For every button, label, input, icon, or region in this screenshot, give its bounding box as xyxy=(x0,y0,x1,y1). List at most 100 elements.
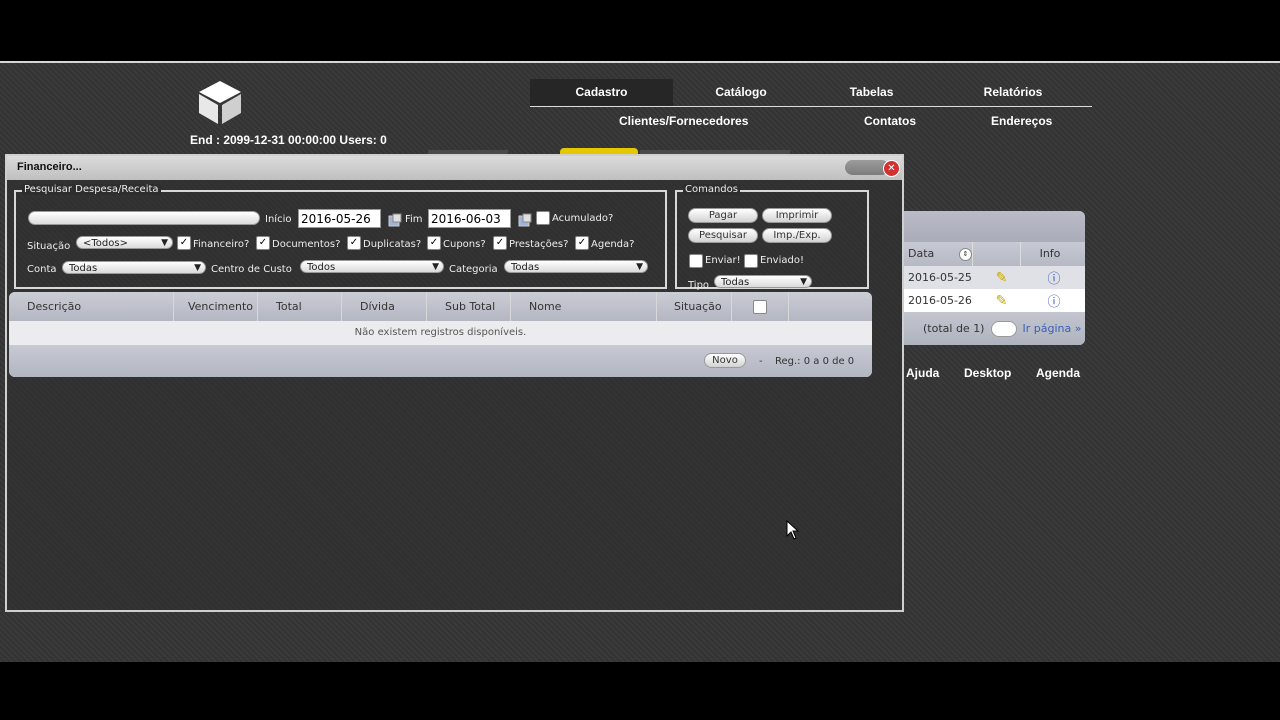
mouse-cursor-icon xyxy=(786,520,800,540)
agenda-label: Agenda? xyxy=(591,239,635,250)
bottom-bar xyxy=(0,662,1280,720)
column-situacao[interactable]: Situação xyxy=(657,292,732,321)
page-input[interactable] xyxy=(991,320,1018,337)
background-list-panel: Data ⇕ Info 2016-05-25 ✎ ⓘ 2016-05-26 ✎ … xyxy=(903,211,1085,345)
prestacoes-checkbox[interactable]: ✓ xyxy=(493,236,507,250)
chevron-down-icon: ▼ xyxy=(432,262,439,272)
enviado-checkbox[interactable] xyxy=(744,254,758,268)
total-count: (total de 1) xyxy=(923,322,985,335)
enviar-label: Enviar! xyxy=(705,255,741,266)
tab-catalogo[interactable]: Catálogo xyxy=(673,79,809,106)
conta-label: Conta xyxy=(27,264,57,275)
centro-custo-value: Todos xyxy=(307,262,336,273)
top-bar xyxy=(0,0,1280,63)
footer-separator: - xyxy=(759,356,763,367)
dialog-title: Financeiro... xyxy=(17,161,82,173)
inicio-label: Início xyxy=(265,214,292,225)
select-all-checkbox[interactable] xyxy=(753,300,767,314)
chevron-down-icon: ▼ xyxy=(800,277,807,287)
documentos-checkbox[interactable]: ✓ xyxy=(256,236,270,250)
goto-page-link[interactable]: Ir página » xyxy=(1022,322,1081,335)
commands-fieldset: Comandos Pagar Imprimir Pesquisar Imp./E… xyxy=(675,184,869,291)
menu-desktop[interactable]: Desktop xyxy=(964,366,1011,380)
imprimir-button[interactable]: Imprimir xyxy=(762,208,832,223)
tab-cadastro[interactable]: Cadastro xyxy=(530,79,673,106)
column-data[interactable]: Data ⇕ xyxy=(903,242,973,266)
cupons-label: Cupons? xyxy=(443,239,486,250)
tipo-label: Tipo xyxy=(688,280,710,291)
subnav-contatos[interactable]: Contatos xyxy=(864,114,916,128)
info-icon[interactable]: ⓘ xyxy=(1025,268,1083,287)
situacao-select[interactable]: <Todos> ▼ xyxy=(76,236,173,249)
chevron-down-icon: ▼ xyxy=(161,238,168,248)
row-date: 2016-05-25 xyxy=(908,271,972,284)
calendar-icon[interactable] xyxy=(388,213,402,227)
column-descricao[interactable]: Descrição xyxy=(9,292,174,321)
sort-icon[interactable]: ⇕ xyxy=(959,248,972,261)
info-icon[interactable]: ⓘ xyxy=(1025,291,1083,310)
pencil-edit-icon[interactable]: ✎ xyxy=(978,270,1025,286)
enviar-checkbox[interactable] xyxy=(689,254,703,268)
menu-ajuda[interactable]: Ajuda xyxy=(906,366,939,380)
pesquisar-button[interactable]: Pesquisar xyxy=(688,228,758,243)
table-row[interactable]: 2016-05-25 ✎ ⓘ xyxy=(903,266,1085,289)
commands-legend: Comandos xyxy=(683,184,740,195)
novo-button[interactable]: Novo xyxy=(704,353,746,368)
agenda-checkbox[interactable]: ✓ xyxy=(575,236,589,250)
categoria-label: Categoria xyxy=(449,264,498,275)
situacao-value: <Todos> xyxy=(83,238,128,249)
column-total[interactable]: Total xyxy=(258,292,342,321)
pencil-edit-icon[interactable]: ✎ xyxy=(978,293,1025,309)
column-edit xyxy=(973,242,1021,266)
conta-select[interactable]: Todas ▼ xyxy=(62,261,206,274)
close-icon[interactable]: ✕ xyxy=(883,160,900,177)
acumulado-label: Acumulado? xyxy=(552,213,614,224)
financeiro-dialog: Financeiro... ✕ Pesquisar Despesa/Receit… xyxy=(5,154,904,612)
documentos-label: Documentos? xyxy=(272,239,341,250)
duplicatas-label: Duplicatas? xyxy=(363,239,422,250)
column-info[interactable]: Info xyxy=(1021,242,1079,266)
centro-custo-label: Centro de Custo xyxy=(211,264,292,275)
column-vencimento[interactable]: Vencimento xyxy=(174,292,258,321)
column-divida[interactable]: Dívida xyxy=(342,292,427,321)
duplicatas-checkbox[interactable]: ✓ xyxy=(347,236,361,250)
table-row[interactable]: 2016-05-26 ✎ ⓘ xyxy=(903,289,1085,312)
results-grid: Descrição Vencimento Total Dívida Sub To… xyxy=(9,292,872,377)
panel-pager: (total de 1) Ir página » xyxy=(903,312,1085,345)
calendar-icon[interactable] xyxy=(518,213,532,227)
row-date: 2016-05-26 xyxy=(908,294,972,307)
grid-header: Descrição Vencimento Total Dívida Sub To… xyxy=(9,292,872,321)
subnav-clientes[interactable]: Clientes/Fornecedores xyxy=(619,114,748,128)
panel-header: Data ⇕ Info xyxy=(903,242,1085,266)
tab-tabelas[interactable]: Tabelas xyxy=(809,79,934,106)
acumulado-checkbox[interactable] xyxy=(536,211,550,225)
inicio-date-input[interactable]: 2016-05-26 xyxy=(298,209,381,228)
cupons-checkbox[interactable]: ✓ xyxy=(427,236,441,250)
centro-custo-select[interactable]: Todos ▼ xyxy=(300,260,444,273)
empty-message: Não existem registros disponíveis. xyxy=(9,321,872,345)
main-nav: Cadastro Catálogo Tabelas Relatórios xyxy=(530,79,1092,107)
fim-label: Fim xyxy=(405,214,423,225)
enviado-label: Enviado! xyxy=(760,255,804,266)
panel-title-bar xyxy=(903,211,1085,242)
tipo-select[interactable]: Todas ▼ xyxy=(714,275,812,288)
financeiro-checkbox[interactable]: ✓ xyxy=(177,236,191,250)
menu-agenda[interactable]: Agenda xyxy=(1036,366,1080,380)
search-text-input[interactable] xyxy=(28,211,260,225)
column-nome[interactable]: Nome xyxy=(511,292,657,321)
categoria-select[interactable]: Todas ▼ xyxy=(504,260,648,273)
cube-logo-icon[interactable] xyxy=(196,78,244,126)
column-data-label: Data xyxy=(908,247,935,260)
column-sub-total[interactable]: Sub Total xyxy=(427,292,511,321)
tab-relatorios[interactable]: Relatórios xyxy=(934,79,1092,106)
end-info: End : 2099-12-31 00:00:00 Users: 0 xyxy=(190,133,387,147)
situacao-label: Situação xyxy=(27,241,71,252)
dialog-title-bar[interactable]: Financeiro... ✕ xyxy=(7,156,902,180)
imp-exp-button[interactable]: Imp./Exp. xyxy=(762,228,832,243)
pagar-button[interactable]: Pagar xyxy=(688,208,758,223)
chevron-down-icon: ▼ xyxy=(636,262,643,272)
search-legend: Pesquisar Despesa/Receita xyxy=(22,184,161,195)
subnav-enderecos[interactable]: Endereços xyxy=(991,114,1052,128)
record-count: Reg.: 0 a 0 de 0 xyxy=(775,356,855,367)
fim-date-input[interactable]: 2016-06-03 xyxy=(428,209,511,228)
